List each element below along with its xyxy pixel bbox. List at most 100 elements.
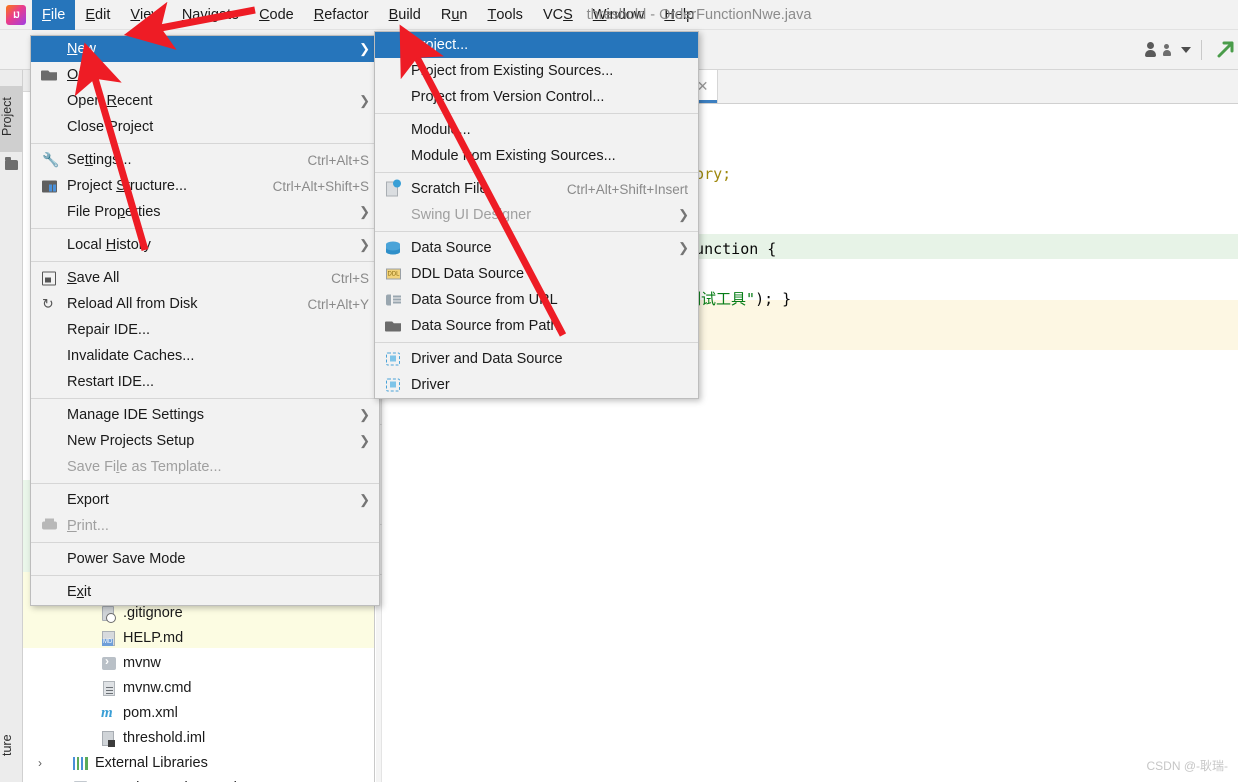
menubar-item-build[interactable]: Build (379, 0, 431, 30)
tree-item-mvnw-cmd[interactable]: mvnw.cmd (23, 675, 374, 700)
chevron-right-icon: ❯ (359, 492, 370, 507)
menu-item-label: Module... (411, 122, 471, 138)
left-tool-strip: Project ture (0, 70, 23, 782)
menu-item-shortcut: Ctrl+Alt+Y (307, 296, 369, 312)
menu-bar[interactable]: File Edit View Navigate Code Refactor Build Ru n… (32, 0, 704, 30)
file-menu-item-power-save-mode[interactable]: Power Save Mode (31, 546, 379, 572)
tree-item-scratches-and-consoles[interactable]: ›Scratches and Consoles (23, 775, 374, 782)
gitignore-file-icon (99, 604, 119, 623)
file-menu-item-local-history[interactable]: Local History ❯ (31, 232, 379, 258)
chevron-right-icon[interactable]: › (33, 756, 47, 770)
menu-separator (31, 261, 379, 262)
file-menu-item-new[interactable]: New ❯ (31, 36, 379, 62)
new-submenu-item-ddl-data-source[interactable]: DDL Data Source (375, 261, 698, 287)
new-submenu-item-driver[interactable]: Driver (375, 372, 698, 398)
file-menu-item-project-structure[interactable]: Project Structure... Ctrl+Alt+Shift+S (31, 173, 379, 199)
new-submenu-item-data-source-from-path[interactable]: Data Source from Path (375, 313, 698, 339)
database-icon (385, 240, 402, 257)
file-menu-item-save-all[interactable]: Save All Ctrl+S (31, 265, 379, 291)
file-menu-item-reload-all-from-disk[interactable]: ↻ Reload All from Disk Ctrl+Alt+Y (31, 291, 379, 317)
menubar-item-run[interactable]: Run (431, 0, 478, 30)
file-menu-item-export[interactable]: Export ❯ (31, 487, 379, 513)
new-submenu-item-module-from-existing-sources[interactable]: Module from Existing Sources... (375, 143, 698, 169)
file-menu-item-new-projects-setup[interactable]: New Projects Setup ❯ (31, 428, 379, 454)
tree-item-help-md[interactable]: HELP.md (23, 625, 374, 650)
sidebar-tab-structure[interactable]: ture (0, 710, 23, 780)
code-token-brace-close: } (782, 290, 792, 308)
menubar-item-navigate[interactable]: Navigate (172, 0, 249, 30)
chevron-right-icon: ❯ (359, 41, 370, 56)
file-menu-dropdown[interactable]: New ❯ Open... Open Recent ❯ Close Project 🔧 Set… (30, 35, 380, 606)
menu-item-label: Save All (67, 270, 120, 286)
menu-item-label: File Properties (67, 204, 161, 220)
new-submenu-item-project-from-existing-sources[interactable]: Project from Existing Sources... (375, 58, 698, 84)
file-menu-item-invalidate-caches[interactable]: Invalidate Caches... (31, 343, 379, 369)
menu-item-label: Repair IDE... (67, 322, 150, 338)
libraries-icon (71, 754, 91, 772)
markdown-file-icon (99, 629, 119, 647)
file-menu-item-file-properties[interactable]: File Properties ❯ (31, 199, 379, 225)
menu-separator (31, 575, 379, 576)
print-icon (41, 518, 58, 535)
menubar-item-help[interactable]: Help (654, 0, 704, 30)
sidebar-tab-project[interactable]: Project (0, 86, 23, 152)
menu-item-label: Scratch File (411, 181, 488, 197)
menubar-item-view[interactable]: View (120, 0, 171, 30)
new-submenu-item-data-source-from-url[interactable]: Data Source from URL (375, 287, 698, 313)
chevron-right-icon: ❯ (359, 204, 370, 219)
menu-item-label: Project Structure... (67, 178, 188, 194)
menu-item-label: New (67, 41, 97, 57)
tree-item-external-libraries[interactable]: › External Libraries (23, 750, 374, 775)
folder-icon (385, 318, 402, 335)
project-file-tree[interactable]: .gitignore HELP.md mvnw mvnw.cmd m pom.xml thr… (23, 600, 374, 782)
menu-separator (31, 398, 379, 399)
file-menu-item-open-recent[interactable]: Open Recent ❯ (31, 88, 379, 114)
file-menu-item-close-project[interactable]: Close Project (31, 114, 379, 140)
tree-item-label: threshold.iml (123, 729, 206, 746)
menu-item-label: Open... (67, 67, 115, 83)
file-menu-item-print: Print... (31, 513, 379, 539)
file-menu-item-restart-ide[interactable]: Restart IDE... (31, 369, 379, 395)
menu-item-label: Local History (67, 237, 151, 253)
file-menu-item-manage-ide-settings[interactable]: Manage IDE Settings ❯ (31, 402, 379, 428)
menu-item-label: Export (67, 492, 109, 508)
menu-item-label: Swing UI Designer (411, 207, 532, 223)
menubar-item-vcs[interactable]: VC S (533, 0, 583, 30)
menubar-item-refactor[interactable]: Refactor (304, 0, 379, 30)
new-submenu-item-module[interactable]: Module... (375, 117, 698, 143)
menu-separator (375, 342, 698, 343)
scratches-icon (71, 779, 91, 782)
menubar-item-tools[interactable]: Tools (477, 0, 532, 30)
menubar-item-code[interactable]: Code (249, 0, 304, 30)
menu-separator (31, 483, 379, 484)
person-icon-secondary (1163, 44, 1171, 57)
new-submenu-item-project[interactable]: Project... (375, 32, 698, 58)
new-submenu-dropdown[interactable]: Project... Project from Existing Sources.… (374, 31, 699, 399)
menubar-item-window[interactable]: Window (583, 0, 655, 30)
new-submenu-item-driver-and-data-source[interactable]: Driver and Data Source (375, 346, 698, 372)
intellij-logo-icon (6, 4, 26, 25)
new-submenu-item-data-source[interactable]: Data Source ❯ (375, 235, 698, 261)
menu-item-label: Data Source (411, 240, 492, 256)
account-button[interactable] (1145, 41, 1171, 59)
folder-icon (5, 157, 18, 170)
menubar-item-file[interactable]: File (32, 0, 76, 30)
green-arrow-icon[interactable] (1212, 39, 1234, 61)
file-menu-item-settings[interactable]: 🔧 Settings... Ctrl+Alt+S (31, 147, 379, 173)
file-menu-item-exit[interactable]: Exit (31, 579, 379, 605)
new-submenu-item-scratch-file[interactable]: Scratch File Ctrl+Alt+Shift+Insert (375, 176, 698, 202)
driver-icon (385, 377, 402, 394)
new-submenu-item-project-from-version-control[interactable]: Project from Version Control... (375, 84, 698, 110)
menu-item-label: Print... (67, 518, 109, 534)
file-menu-item-repair-ide[interactable]: Repair IDE... (31, 317, 379, 343)
file-menu-item-open[interactable]: Open... (31, 62, 379, 88)
toolbar-divider (1201, 40, 1202, 60)
tree-item-threshold-iml[interactable]: threshold.iml (23, 725, 374, 750)
menubar-item-edit[interactable]: Edit (75, 0, 120, 30)
menu-separator (375, 113, 698, 114)
tree-item-mvnw[interactable]: mvnw (23, 650, 374, 675)
chevron-down-icon[interactable] (1181, 47, 1191, 53)
menu-separator (31, 228, 379, 229)
chevron-right-icon: ❯ (678, 207, 689, 222)
tree-item-pom-xml[interactable]: m pom.xml (23, 700, 374, 725)
